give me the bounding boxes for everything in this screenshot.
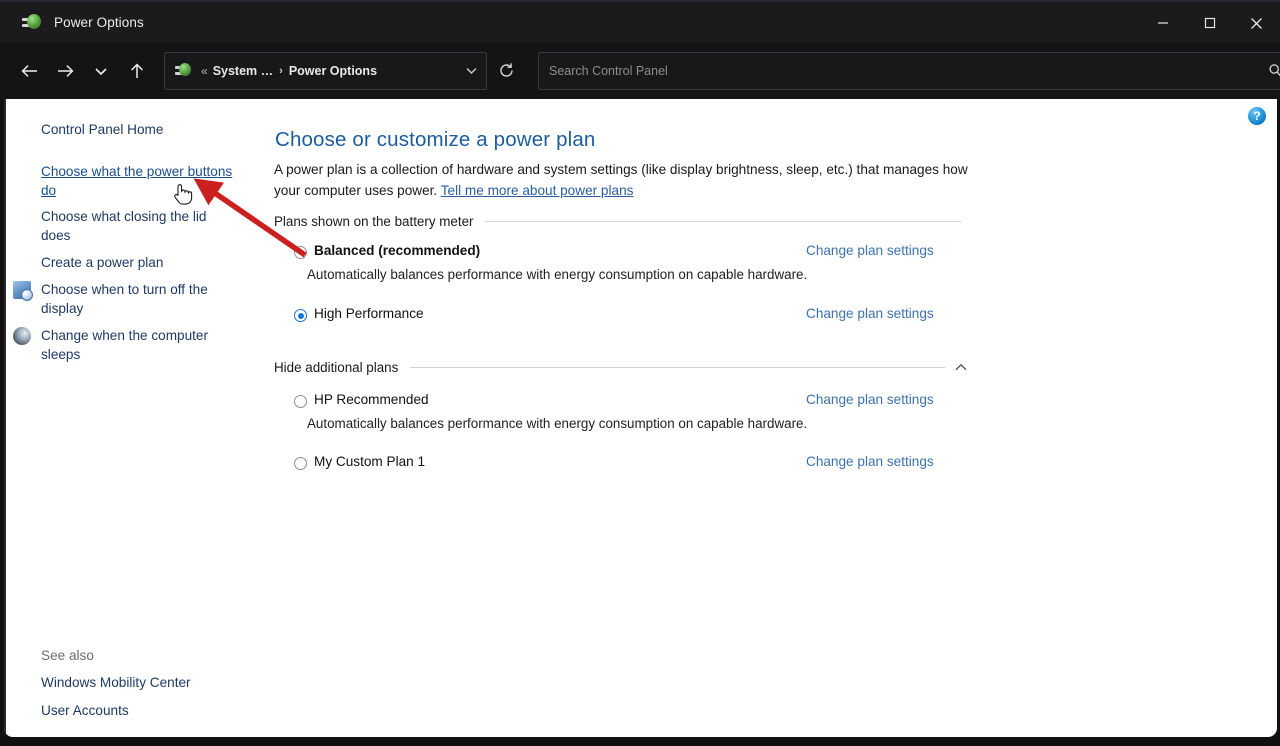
sidebar-item-closing-lid[interactable]: Choose what closing the lid does xyxy=(41,208,237,245)
section-divider xyxy=(410,367,945,368)
search-box[interactable]: Search Control Panel xyxy=(538,52,1280,90)
up-arrow-icon xyxy=(129,62,145,80)
recent-locations-button[interactable] xyxy=(83,54,119,88)
plan-description-balanced: Automatically balances performance with … xyxy=(307,267,947,282)
collapse-button[interactable] xyxy=(953,359,969,375)
plan-row-high-performance[interactable]: High Performance Change plan settings xyxy=(266,307,966,327)
refresh-icon xyxy=(498,62,515,79)
chevron-down-icon xyxy=(465,66,478,75)
maximize-button[interactable] xyxy=(1186,2,1233,44)
minimize-button[interactable] xyxy=(1139,2,1186,44)
display-icon xyxy=(13,281,31,299)
hide-additional-plans-label[interactable]: Hide additional plans xyxy=(274,360,398,375)
breadcrumb-item-power-options[interactable]: Power Options xyxy=(289,64,377,78)
breadcrumb-power-plug-icon xyxy=(175,62,192,79)
sidebar-item-computer-sleeps[interactable]: Change when the computer sleeps xyxy=(41,327,237,364)
main-pane: ? Choose or customize a power plan A pow… xyxy=(266,99,1277,737)
back-button[interactable] xyxy=(11,54,47,88)
window-title: Power Options xyxy=(54,15,144,30)
sidebar-item-control-panel-home[interactable]: Control Panel Home xyxy=(41,121,237,140)
search-input[interactable]: Search Control Panel xyxy=(549,64,1258,78)
plan-name-hp-recommended: HP Recommended xyxy=(314,392,429,407)
up-button[interactable] xyxy=(119,54,155,88)
sidebar-item-turn-off-display[interactable]: Choose when to turn off the display xyxy=(41,281,237,318)
radio-hp-recommended[interactable] xyxy=(294,395,307,408)
search-icon xyxy=(1268,63,1280,78)
close-button[interactable] xyxy=(1233,2,1280,44)
section-additional-plans-header[interactable]: Hide additional plans xyxy=(274,359,969,375)
plan-name-high-performance: High Performance xyxy=(314,306,424,321)
content-area: Control Panel Home Choose what the power… xyxy=(4,99,1277,737)
title-bar: Power Options xyxy=(0,0,1280,42)
page-description: A power plan is a collection of hardware… xyxy=(274,159,974,201)
maximize-icon xyxy=(1204,17,1216,29)
sleep-icon xyxy=(13,327,31,345)
see-also-heading: See also xyxy=(41,647,237,666)
section-battery-meter-label: Plans shown on the battery meter xyxy=(274,214,473,229)
hand-pointer-cursor xyxy=(172,181,194,207)
power-plug-icon xyxy=(22,12,42,32)
page-title: Choose or customize a power plan xyxy=(275,128,595,152)
change-plan-settings-high-performance[interactable]: Change plan settings xyxy=(806,306,934,321)
search-button[interactable] xyxy=(1258,53,1280,89)
minimize-icon xyxy=(1157,17,1169,29)
close-icon xyxy=(1250,17,1263,30)
plan-row-balanced[interactable]: Balanced (recommended) Change plan setti… xyxy=(266,244,966,264)
tell-me-more-link[interactable]: Tell me more about power plans xyxy=(441,183,634,198)
back-arrow-icon xyxy=(20,63,39,79)
breadcrumb-dropdown-button[interactable] xyxy=(456,53,486,89)
breadcrumb-overflow-icon[interactable]: « xyxy=(201,64,208,78)
change-plan-settings-my-custom-plan-1[interactable]: Change plan settings xyxy=(806,454,934,469)
chevron-down-icon xyxy=(94,66,108,76)
breadcrumb-separator-icon: › xyxy=(279,65,283,77)
plan-row-my-custom-plan-1[interactable]: My Custom Plan 1 Change plan settings xyxy=(266,455,966,475)
forward-button[interactable] xyxy=(47,54,83,88)
sidebar-item-windows-mobility-center[interactable]: Windows Mobility Center xyxy=(41,674,237,693)
power-options-window: Power Options xyxy=(0,0,1280,746)
section-divider xyxy=(485,221,961,222)
radio-balanced[interactable] xyxy=(294,246,307,259)
address-toolbar: « System … › Power Options Search Contro… xyxy=(0,42,1280,99)
chevron-up-icon xyxy=(954,363,968,372)
plan-description-hp-recommended: Automatically balances performance with … xyxy=(307,416,947,431)
forward-arrow-icon xyxy=(56,63,75,79)
plan-name-balanced: Balanced (recommended) xyxy=(314,243,480,258)
sidebar: Control Panel Home Choose what the power… xyxy=(4,99,266,737)
plan-name-my-custom-plan-1: My Custom Plan 1 xyxy=(314,454,425,469)
refresh-button[interactable] xyxy=(487,52,525,90)
sidebar-item-power-buttons[interactable]: Choose what the power buttons do xyxy=(41,163,237,200)
help-icon[interactable]: ? xyxy=(1248,107,1266,125)
radio-my-custom-plan-1[interactable] xyxy=(294,457,307,470)
section-battery-meter-header: Plans shown on the battery meter xyxy=(274,214,969,229)
plan-row-hp-recommended[interactable]: HP Recommended Change plan settings xyxy=(266,393,966,413)
window-controls xyxy=(1139,2,1280,44)
breadcrumb[interactable]: « System … › Power Options xyxy=(164,52,487,90)
breadcrumb-item-system[interactable]: System … xyxy=(213,64,273,78)
sidebar-item-user-accounts[interactable]: User Accounts xyxy=(41,702,237,721)
change-plan-settings-balanced[interactable]: Change plan settings xyxy=(806,243,934,258)
sidebar-item-create-power-plan[interactable]: Create a power plan xyxy=(41,254,237,273)
radio-high-performance[interactable] xyxy=(294,309,307,322)
change-plan-settings-hp-recommended[interactable]: Change plan settings xyxy=(806,392,934,407)
